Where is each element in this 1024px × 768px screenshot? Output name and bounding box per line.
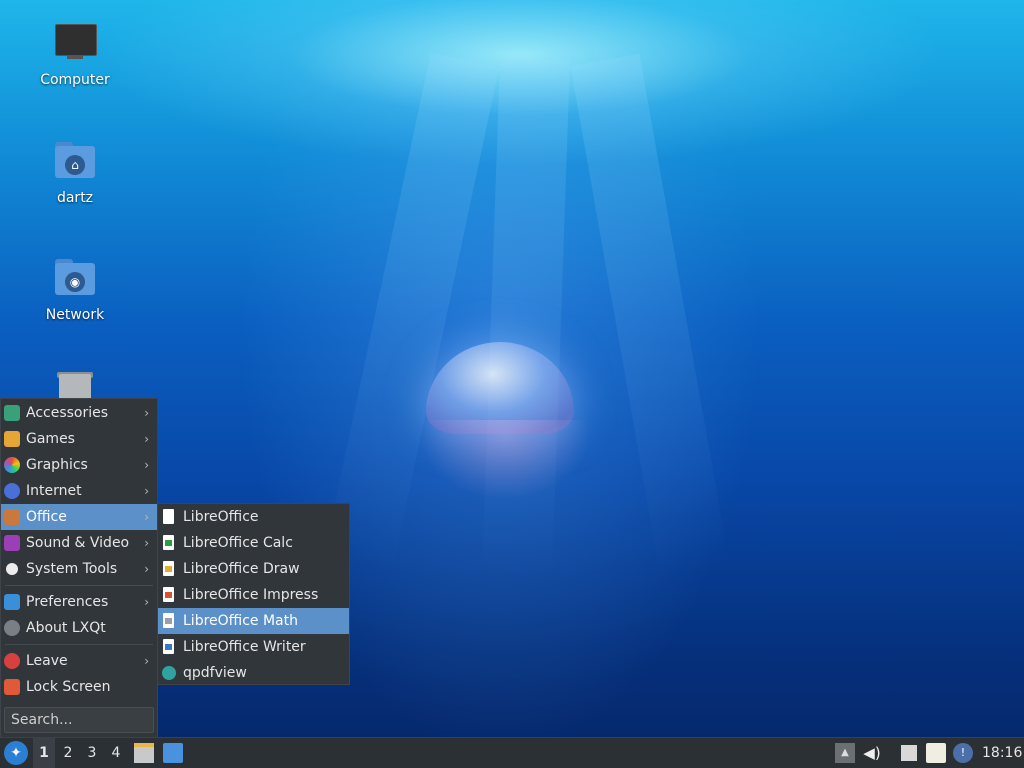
chevron-right-icon: › bbox=[144, 562, 149, 576]
workspace-button-2[interactable]: 2 bbox=[57, 738, 79, 768]
chevron-right-icon: › bbox=[144, 406, 149, 420]
submenu-item-label: qpdfview bbox=[183, 665, 247, 681]
home-folder-icon: ⌂ bbox=[51, 138, 99, 186]
light-ray bbox=[481, 58, 570, 581]
menu-item-label: Sound & Video bbox=[26, 535, 130, 551]
graphics-icon bbox=[4, 457, 20, 473]
submenu-item-libreoffice-impress[interactable]: LibreOffice Impress bbox=[158, 582, 349, 608]
info-icon bbox=[4, 620, 20, 636]
desktop-icon-home[interactable]: ⌂ dartz bbox=[25, 138, 125, 206]
workspace-button-1[interactable]: 1 bbox=[33, 738, 55, 768]
submenu-item-label: LibreOffice Calc bbox=[183, 535, 293, 551]
internet-icon bbox=[4, 483, 20, 499]
desktop-icon-label: Network bbox=[45, 307, 105, 323]
menu-search-input[interactable]: Search... bbox=[4, 707, 154, 733]
desktop-icon-label: dartz bbox=[56, 190, 94, 206]
libreoffice-math-icon bbox=[163, 613, 174, 628]
submenu-item-libreoffice[interactable]: LibreOffice bbox=[158, 504, 349, 530]
accessories-icon bbox=[4, 405, 20, 421]
clock[interactable]: 18:16 bbox=[982, 738, 1022, 768]
chevron-right-icon: › bbox=[144, 458, 149, 472]
computer-icon bbox=[51, 20, 99, 68]
menu-item-label: Internet bbox=[26, 483, 82, 499]
lock-icon bbox=[4, 679, 20, 695]
menu-item-label: Games bbox=[26, 431, 75, 447]
sound-video-icon bbox=[4, 535, 20, 551]
submenu-item-label: LibreOffice Draw bbox=[183, 561, 300, 577]
menu-item-about-lxqt[interactable]: About LXQt bbox=[1, 615, 157, 641]
chevron-right-icon: › bbox=[144, 432, 149, 446]
menu-item-games[interactable]: Games › bbox=[1, 426, 157, 452]
office-submenu: LibreOffice LibreOffice Calc LibreOffice… bbox=[157, 503, 350, 685]
submenu-item-libreoffice-writer[interactable]: LibreOffice Writer bbox=[158, 634, 349, 660]
libreoffice-impress-icon bbox=[163, 587, 174, 602]
tray-expand-icon[interactable]: ▲ bbox=[835, 743, 855, 763]
desktop-icon-computer[interactable]: Computer bbox=[25, 20, 125, 88]
network-status-icon[interactable] bbox=[899, 743, 919, 763]
menu-item-internet[interactable]: Internet › bbox=[1, 478, 157, 504]
games-icon bbox=[4, 431, 20, 447]
submenu-item-libreoffice-math[interactable]: LibreOffice Math bbox=[158, 608, 349, 634]
menu-item-office[interactable]: Office › bbox=[1, 504, 157, 530]
menu-item-system-tools[interactable]: System Tools › bbox=[1, 556, 157, 582]
libreoffice-writer-icon bbox=[163, 639, 174, 654]
chevron-right-icon: › bbox=[144, 654, 149, 668]
update-notifier-icon[interactable]: ! bbox=[953, 743, 973, 763]
application-menu: Accessories › Games › Graphics › Interne… bbox=[0, 398, 158, 738]
preferences-icon bbox=[4, 594, 20, 610]
show-desktop-icon[interactable] bbox=[163, 743, 183, 763]
libreoffice-icon bbox=[163, 509, 174, 524]
libreoffice-calc-icon bbox=[163, 535, 174, 550]
power-icon bbox=[4, 653, 20, 669]
desktop-icon-network[interactable]: ◉ Network bbox=[25, 255, 125, 323]
file-manager-launcher-icon[interactable] bbox=[134, 743, 154, 763]
menu-item-graphics[interactable]: Graphics › bbox=[1, 452, 157, 478]
menu-item-lock-screen[interactable]: Lock Screen bbox=[1, 674, 157, 700]
clipboard-icon[interactable] bbox=[926, 743, 946, 763]
submenu-item-libreoffice-calc[interactable]: LibreOffice Calc bbox=[158, 530, 349, 556]
chevron-right-icon: › bbox=[144, 484, 149, 498]
menu-item-preferences[interactable]: Preferences › bbox=[1, 589, 157, 615]
menu-item-label: Accessories bbox=[26, 405, 109, 421]
start-menu-button[interactable]: ✦ bbox=[4, 741, 28, 765]
menu-item-accessories[interactable]: Accessories › bbox=[1, 400, 157, 426]
system-tools-icon bbox=[6, 563, 18, 575]
taskbar: ✦ 1 2 3 4 ▲ ◀) ! 18:16 bbox=[0, 737, 1024, 768]
chevron-right-icon: › bbox=[144, 595, 149, 609]
menu-item-label: Leave bbox=[26, 653, 68, 669]
menu-separator bbox=[5, 585, 153, 586]
workspace-button-3[interactable]: 3 bbox=[81, 738, 103, 768]
menu-item-label: Lock Screen bbox=[26, 679, 111, 695]
network-folder-icon: ◉ bbox=[51, 255, 99, 303]
light-ray bbox=[570, 53, 730, 579]
volume-icon[interactable]: ◀) bbox=[862, 743, 882, 763]
menu-item-sound-video[interactable]: Sound & Video › bbox=[1, 530, 157, 556]
menu-separator bbox=[5, 644, 153, 645]
jellyfish-bell bbox=[426, 342, 574, 434]
submenu-item-libreoffice-draw[interactable]: LibreOffice Draw bbox=[158, 556, 349, 582]
submenu-item-label: LibreOffice bbox=[183, 509, 259, 525]
submenu-item-qpdfview[interactable]: qpdfview bbox=[158, 660, 349, 686]
menu-item-leave[interactable]: Leave › bbox=[1, 648, 157, 674]
office-icon bbox=[4, 509, 20, 525]
qpdfview-icon bbox=[162, 666, 176, 680]
chevron-right-icon: › bbox=[144, 536, 149, 550]
menu-item-label: Office bbox=[26, 509, 67, 525]
menu-item-label: System Tools bbox=[26, 561, 118, 577]
menu-item-label: Graphics bbox=[26, 457, 88, 473]
workspace-button-4[interactable]: 4 bbox=[105, 738, 127, 768]
chevron-right-icon: › bbox=[144, 510, 149, 524]
menu-item-label: Preferences bbox=[26, 594, 109, 610]
menu-item-label: About LXQt bbox=[26, 620, 106, 636]
submenu-item-label: LibreOffice Impress bbox=[183, 587, 319, 603]
submenu-item-label: LibreOffice Writer bbox=[183, 639, 306, 655]
libreoffice-draw-icon bbox=[163, 561, 174, 576]
submenu-item-label: LibreOffice Math bbox=[183, 613, 298, 629]
desktop-icon-label: Computer bbox=[40, 72, 110, 88]
